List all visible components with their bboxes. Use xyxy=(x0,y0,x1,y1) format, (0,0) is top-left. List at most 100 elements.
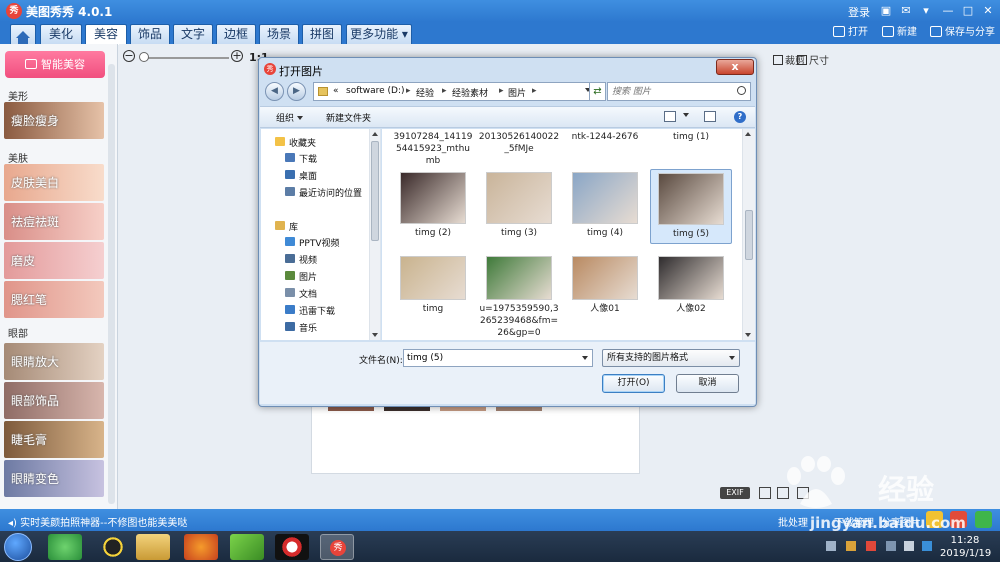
file-item[interactable]: timg (2) xyxy=(392,169,474,244)
feature-eye-enlarge[interactable]: 眼睛放大 xyxy=(4,343,104,380)
feature-smoothing[interactable]: 磨皮 xyxy=(4,242,104,279)
view-options-icon[interactable] xyxy=(664,111,676,122)
file-item[interactable]: 人像02 xyxy=(650,249,732,337)
nav-scroll-thumb[interactable] xyxy=(371,141,379,241)
feature-mascara[interactable]: 睫毛膏 xyxy=(4,421,104,458)
tab-home[interactable] xyxy=(10,24,36,44)
zoom-out-icon[interactable]: − xyxy=(123,50,135,62)
tab-more-features[interactable]: 更多功能 ▾ xyxy=(346,24,412,44)
meitu-taskbar-icon[interactable]: 秀 xyxy=(320,534,354,560)
filename-field[interactable] xyxy=(403,349,593,367)
breadcrumb-pictures[interactable]: 图片 xyxy=(508,86,526,99)
back-button[interactable]: ◀ xyxy=(265,82,284,101)
message-icon[interactable]: ✉ xyxy=(896,2,916,19)
close-icon[interactable]: ✕ xyxy=(978,2,998,19)
explorer-icon[interactable] xyxy=(136,534,170,560)
dialog-close-button[interactable]: x xyxy=(716,59,754,75)
refresh-button[interactable]: ⇄ xyxy=(589,82,606,101)
chevron-down-icon[interactable] xyxy=(582,356,588,360)
nav-item[interactable]: PPTV视频 xyxy=(261,235,369,249)
breadcrumb-separator[interactable]: ▸ xyxy=(499,86,504,96)
tray-app-icon[interactable] xyxy=(846,541,856,551)
zoom-in-icon[interactable]: + xyxy=(231,50,243,62)
breadcrumb-separator[interactable]: ▸ xyxy=(532,86,537,96)
firefox-icon[interactable] xyxy=(184,534,218,560)
app-360-icon[interactable] xyxy=(48,534,82,560)
nav-item[interactable]: 图片 xyxy=(261,269,369,283)
skin-icon[interactable]: ▣ xyxy=(876,2,896,19)
search-box[interactable] xyxy=(607,82,751,101)
breadcrumb-overflow[interactable]: « xyxy=(333,86,339,96)
status-tip[interactable]: ◂) 实时美颜拍照神器--不修图也能美美哒 xyxy=(8,514,187,529)
tab-collage[interactable]: 拼图 xyxy=(302,24,342,44)
nav-item[interactable]: 文档 xyxy=(261,286,369,300)
cancel-button[interactable]: 取消 xyxy=(676,374,739,393)
open-button[interactable]: 打开 xyxy=(833,25,868,41)
new-button[interactable]: 新建 xyxy=(882,25,917,41)
file-item[interactable]: u=1975359590,3265239468&fm=26&gp=0 xyxy=(478,249,560,338)
tray-shield-icon[interactable] xyxy=(922,541,932,551)
search-input[interactable] xyxy=(612,84,732,99)
file-item[interactable]: timg (5) xyxy=(650,169,732,244)
sidebar-scrollbar[interactable] xyxy=(108,64,115,504)
forward-button[interactable]: ▶ xyxy=(287,82,306,101)
tab-beautify[interactable]: 美化 xyxy=(40,24,82,44)
network-icon[interactable] xyxy=(886,541,896,551)
tab-accessories[interactable]: 饰品 xyxy=(130,24,170,44)
preview-pane-icon[interactable] xyxy=(704,111,716,122)
nav-item[interactable]: 最近访问的位置 xyxy=(261,185,369,199)
file-item[interactable]: 39107284_1411954415923_mthumb xyxy=(392,129,474,167)
nav-item[interactable]: 音乐 xyxy=(261,320,369,334)
help-icon[interactable]: ? xyxy=(734,111,746,123)
file-item[interactable]: timg xyxy=(392,249,474,337)
qq-icon[interactable] xyxy=(96,534,130,560)
new-folder-button[interactable]: 新建文件夹 xyxy=(326,111,371,124)
breadcrumb-separator[interactable]: ▸ xyxy=(442,86,447,96)
filename-input[interactable] xyxy=(407,351,577,365)
feature-blush[interactable]: 腮红笔 xyxy=(4,281,104,318)
minimize-icon[interactable]: — xyxy=(938,2,958,19)
feature-slim-face[interactable]: 瘦脸瘦身 xyxy=(4,102,104,139)
nav-item[interactable]: 库 xyxy=(261,219,369,233)
address-bar[interactable]: « software (D:) ▸ 经验 ▸ 经验素材 ▸ 图片 ▸ xyxy=(313,82,596,101)
file-item[interactable]: ntk-1244-2676 xyxy=(564,129,646,143)
login-link[interactable]: 登录 xyxy=(848,4,870,20)
breadcrumb-drive[interactable]: software (D:) xyxy=(346,86,405,96)
breadcrumb-jingyan[interactable]: 经验 xyxy=(416,86,434,99)
nav-item[interactable]: 下载 xyxy=(261,151,369,165)
zoom-slider-handle[interactable] xyxy=(139,52,149,62)
scroll-down-icon[interactable] xyxy=(372,333,378,337)
record-icon[interactable] xyxy=(275,534,309,560)
nav-item[interactable]: 桌面 xyxy=(261,168,369,182)
filetype-select[interactable]: 所有支持的图片格式 xyxy=(602,349,740,367)
start-button[interactable] xyxy=(4,533,32,561)
size-button[interactable]: 尺寸 xyxy=(797,52,829,67)
scroll-down-icon[interactable] xyxy=(745,333,751,337)
smart-beauty-button[interactable]: 智能美容 xyxy=(5,51,105,78)
tab-text[interactable]: 文字 xyxy=(173,24,213,44)
menu-icon[interactable]: ▾ xyxy=(916,2,936,19)
feature-acne-removal[interactable]: 祛痘祛斑 xyxy=(4,203,104,240)
feature-eye-accessory[interactable]: 眼部饰品 xyxy=(4,382,104,419)
keyboard-icon[interactable] xyxy=(826,541,836,551)
file-item[interactable]: 人像01 xyxy=(564,249,646,337)
tab-scene[interactable]: 场景 xyxy=(259,24,299,44)
search-icon[interactable] xyxy=(737,86,746,95)
taskbar-clock[interactable]: 11:28 2019/1/19 xyxy=(940,534,991,560)
open-file-button[interactable]: 打开(O) xyxy=(602,374,665,393)
tab-border[interactable]: 边框 xyxy=(216,24,256,44)
file-scrollbar[interactable] xyxy=(742,129,755,340)
dialog-titlebar[interactable]: 秀 打开图片 x xyxy=(259,58,756,80)
media-player-icon[interactable] xyxy=(230,534,264,560)
file-item[interactable]: timg (1) xyxy=(650,129,732,143)
nav-item[interactable]: 视频 xyxy=(261,252,369,266)
scroll-up-icon[interactable] xyxy=(745,132,751,136)
file-scroll-thumb[interactable] xyxy=(745,210,753,260)
scroll-up-icon[interactable] xyxy=(372,132,378,136)
exif-button[interactable]: EXIF xyxy=(720,487,750,499)
nav-item[interactable]: 迅雷下载 xyxy=(261,303,369,317)
zoom-slider[interactable] xyxy=(141,57,229,59)
view-dropdown[interactable] xyxy=(680,111,689,121)
tab-beauty[interactable]: 美容 xyxy=(85,24,127,45)
organize-menu[interactable]: 组织 xyxy=(276,111,304,124)
